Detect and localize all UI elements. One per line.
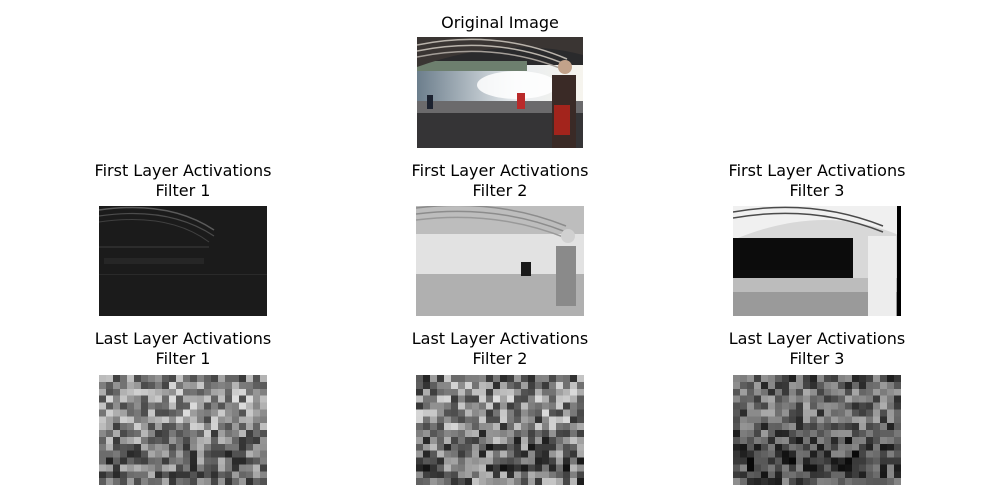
first-layer-filter-2-title: First Layer Activations Filter 2 [411, 161, 589, 200]
first-layer-filter-1-title: First Layer Activations Filter 1 [94, 161, 272, 200]
last-layer-filter-3-image [733, 375, 901, 485]
last-layer-filter-2-image [416, 375, 584, 485]
first-layer-filter-1-image [99, 206, 267, 316]
first-layer-filter-3-image [733, 206, 901, 316]
original-image [417, 37, 583, 148]
last-layer-filter-2-title: Last Layer Activations Filter 2 [411, 329, 589, 368]
first-layer-filter-3-title: First Layer Activations Filter 3 [728, 161, 906, 200]
first-layer-filter-2-image [416, 206, 584, 316]
last-layer-filter-3-title: Last Layer Activations Filter 3 [728, 329, 906, 368]
last-layer-filter-1-image [99, 375, 267, 485]
original-image-title: Original Image [441, 13, 559, 32]
last-layer-filter-1-title: Last Layer Activations Filter 1 [94, 329, 272, 368]
